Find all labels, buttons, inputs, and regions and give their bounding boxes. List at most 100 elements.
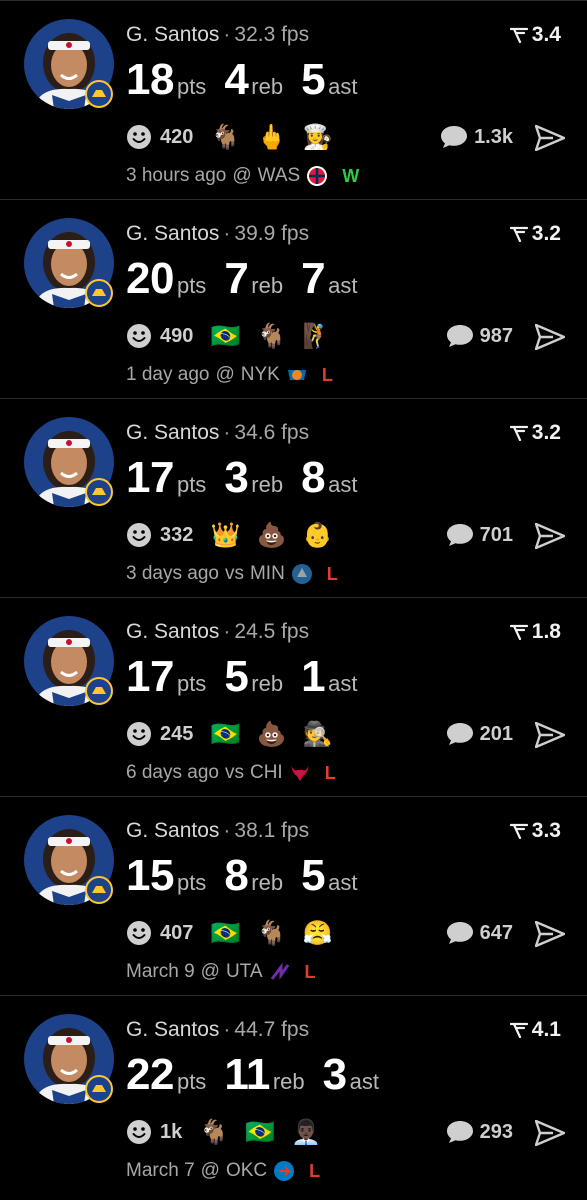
rebounds-value: 11 bbox=[224, 1050, 270, 1099]
game-post-card[interactable]: G. Santos · 38.1 fps 3.3 15 pts 8 reb 5 ast 4… bbox=[0, 796, 587, 995]
smile-icon[interactable] bbox=[126, 323, 152, 349]
smile-icon[interactable] bbox=[126, 1119, 152, 1145]
rating[interactable]: 3.2 bbox=[509, 421, 561, 445]
opponent-logo-icon bbox=[286, 364, 308, 386]
points-value: 22 bbox=[126, 1050, 174, 1099]
comments-button[interactable]: 1.3k bbox=[440, 125, 513, 149]
opponent[interactable]: UTA bbox=[226, 961, 263, 983]
comments-button[interactable]: 987 bbox=[446, 324, 513, 348]
rebounds-stat: 11 reb bbox=[224, 1050, 304, 1100]
reactions-row[interactable]: 1k 🐐 🇧🇷 👨🏿‍💼 bbox=[126, 1118, 338, 1146]
reaction-count: 420 bbox=[160, 125, 194, 148]
rating[interactable]: 3.3 bbox=[509, 819, 561, 843]
opponent[interactable]: CHI bbox=[250, 762, 283, 784]
game-post-card[interactable]: G. Santos · 44.7 fps 4.1 22 pts 11 reb 3 ast … bbox=[0, 995, 587, 1194]
game-result: L bbox=[309, 1160, 321, 1181]
comments-button[interactable]: 647 bbox=[446, 921, 513, 945]
reaction-emoji[interactable]: 💩 bbox=[256, 521, 286, 549]
reaction-emoji[interactable]: 🕵️ bbox=[302, 720, 332, 748]
reaction-emoji[interactable]: 👨🏿‍💼 bbox=[291, 1118, 321, 1146]
share-arrow-icon[interactable] bbox=[535, 324, 565, 350]
reaction-count: 407 bbox=[160, 921, 194, 944]
rating[interactable]: 4.1 bbox=[509, 1018, 561, 1042]
reactions-row[interactable]: 245 🇧🇷 💩 🕵️ bbox=[126, 720, 349, 748]
reactions-row[interactable]: 407 🇧🇷 🐐 😤 bbox=[126, 919, 349, 947]
player-avatar[interactable] bbox=[24, 218, 114, 308]
game-post-card[interactable]: G. Santos · 39.9 fps 3.2 20 pts 7 reb 7 ast 4… bbox=[0, 199, 587, 398]
rebounds-stat: 4 reb bbox=[224, 55, 283, 105]
player-avatar[interactable] bbox=[24, 1014, 114, 1104]
opponent[interactable]: MIN bbox=[250, 563, 285, 585]
reaction-emoji[interactable]: 🇧🇷 bbox=[245, 1118, 275, 1146]
rating[interactable]: 3.4 bbox=[509, 23, 561, 47]
share-arrow-icon[interactable] bbox=[535, 125, 565, 151]
post-header: G. Santos · 32.3 fps bbox=[126, 23, 309, 47]
player-name[interactable]: G. Santos bbox=[126, 23, 219, 46]
assists-label: ast bbox=[328, 472, 358, 497]
reaction-emoji[interactable]: 👑 bbox=[210, 521, 240, 549]
reaction-emoji[interactable]: 🇧🇷 bbox=[210, 322, 240, 350]
share-arrow-icon[interactable] bbox=[535, 1120, 565, 1146]
game-post-card[interactable]: G. Santos · 34.6 fps 3.2 17 pts 3 reb 8 ast 3… bbox=[0, 398, 587, 597]
comments-button[interactable]: 293 bbox=[446, 1120, 513, 1144]
opponent-logo-icon bbox=[273, 1160, 295, 1182]
player-name[interactable]: G. Santos bbox=[126, 620, 219, 643]
smile-icon[interactable] bbox=[126, 920, 152, 946]
fps-score: 38.1 fps bbox=[234, 819, 310, 842]
comment-count: 201 bbox=[479, 722, 513, 745]
player-name[interactable]: G. Santos bbox=[126, 1018, 219, 1041]
stat-line: 20 pts 7 reb 7 ast bbox=[126, 254, 375, 304]
rebounds-label: reb bbox=[251, 870, 284, 895]
post-time: 3 hours ago bbox=[126, 165, 227, 186]
rebounds-value: 5 bbox=[224, 652, 249, 701]
reactions-row[interactable]: 332 👑 💩 👶 bbox=[126, 521, 349, 549]
fps-score: 34.6 fps bbox=[234, 421, 310, 444]
comments-button[interactable]: 201 bbox=[446, 722, 513, 746]
comment-bubble-icon bbox=[446, 922, 473, 944]
reaction-emoji[interactable]: 🖕 bbox=[256, 123, 286, 151]
smile-icon[interactable] bbox=[126, 522, 152, 548]
reaction-emoji[interactable]: 🧗 bbox=[302, 322, 332, 350]
reaction-emoji[interactable]: 👩‍🍳 bbox=[302, 123, 332, 151]
rebounds-stat: 7 reb bbox=[224, 254, 283, 304]
opponent-logo-icon bbox=[289, 762, 311, 784]
reaction-emoji[interactable]: 👶 bbox=[302, 521, 332, 549]
player-avatar[interactable] bbox=[24, 19, 114, 109]
reaction-emoji[interactable]: 🐐 bbox=[210, 123, 240, 151]
reaction-emoji[interactable]: 🐐 bbox=[256, 322, 286, 350]
comment-count: 647 bbox=[479, 921, 513, 944]
player-avatar[interactable] bbox=[24, 815, 114, 905]
game-post-card[interactable]: G. Santos · 32.3 fps 3.4 18 pts 4 reb 5 ast 4… bbox=[0, 0, 587, 199]
reaction-emoji[interactable]: 🇧🇷 bbox=[210, 919, 240, 947]
share-arrow-icon[interactable] bbox=[535, 523, 565, 549]
points-value: 17 bbox=[126, 652, 174, 701]
post-header: G. Santos · 24.5 fps bbox=[126, 620, 309, 644]
player-avatar[interactable] bbox=[24, 417, 114, 507]
rating[interactable]: 3.2 bbox=[509, 222, 561, 246]
reaction-emoji[interactable]: 🐐 bbox=[256, 919, 286, 947]
player-name[interactable]: G. Santos bbox=[126, 421, 219, 444]
venue: @ bbox=[215, 364, 235, 385]
rating[interactable]: 1.8 bbox=[509, 620, 561, 644]
opponent[interactable]: WAS bbox=[258, 165, 301, 187]
share-arrow-icon[interactable] bbox=[535, 921, 565, 947]
reactions-row[interactable]: 490 🇧🇷 🐐 🧗 bbox=[126, 322, 349, 350]
opponent[interactable]: NYK bbox=[241, 364, 280, 386]
player-avatar[interactable] bbox=[24, 616, 114, 706]
reaction-emoji[interactable]: 🇧🇷 bbox=[210, 720, 240, 748]
post-time: 1 day ago bbox=[126, 364, 210, 385]
game-post-card[interactable]: G. Santos · 24.5 fps 1.8 17 pts 5 reb 1 ast 2… bbox=[0, 597, 587, 796]
smile-icon[interactable] bbox=[126, 124, 152, 150]
reaction-emoji[interactable]: 🐐 bbox=[199, 1118, 229, 1146]
player-name[interactable]: G. Santos bbox=[126, 819, 219, 842]
game-meta: 3 hours ago @ WAS W bbox=[126, 165, 359, 187]
reactions-row[interactable]: 420 🐐 🖕 👩‍🍳 bbox=[126, 123, 349, 151]
player-name[interactable]: G. Santos bbox=[126, 222, 219, 245]
comments-button[interactable]: 701 bbox=[446, 523, 513, 547]
share-arrow-icon[interactable] bbox=[535, 722, 565, 748]
opponent[interactable]: OKC bbox=[226, 1160, 267, 1182]
stat-line: 18 pts 4 reb 5 ast bbox=[126, 55, 375, 105]
smile-icon[interactable] bbox=[126, 721, 152, 747]
reaction-emoji[interactable]: 💩 bbox=[256, 720, 286, 748]
reaction-emoji[interactable]: 😤 bbox=[302, 919, 332, 947]
